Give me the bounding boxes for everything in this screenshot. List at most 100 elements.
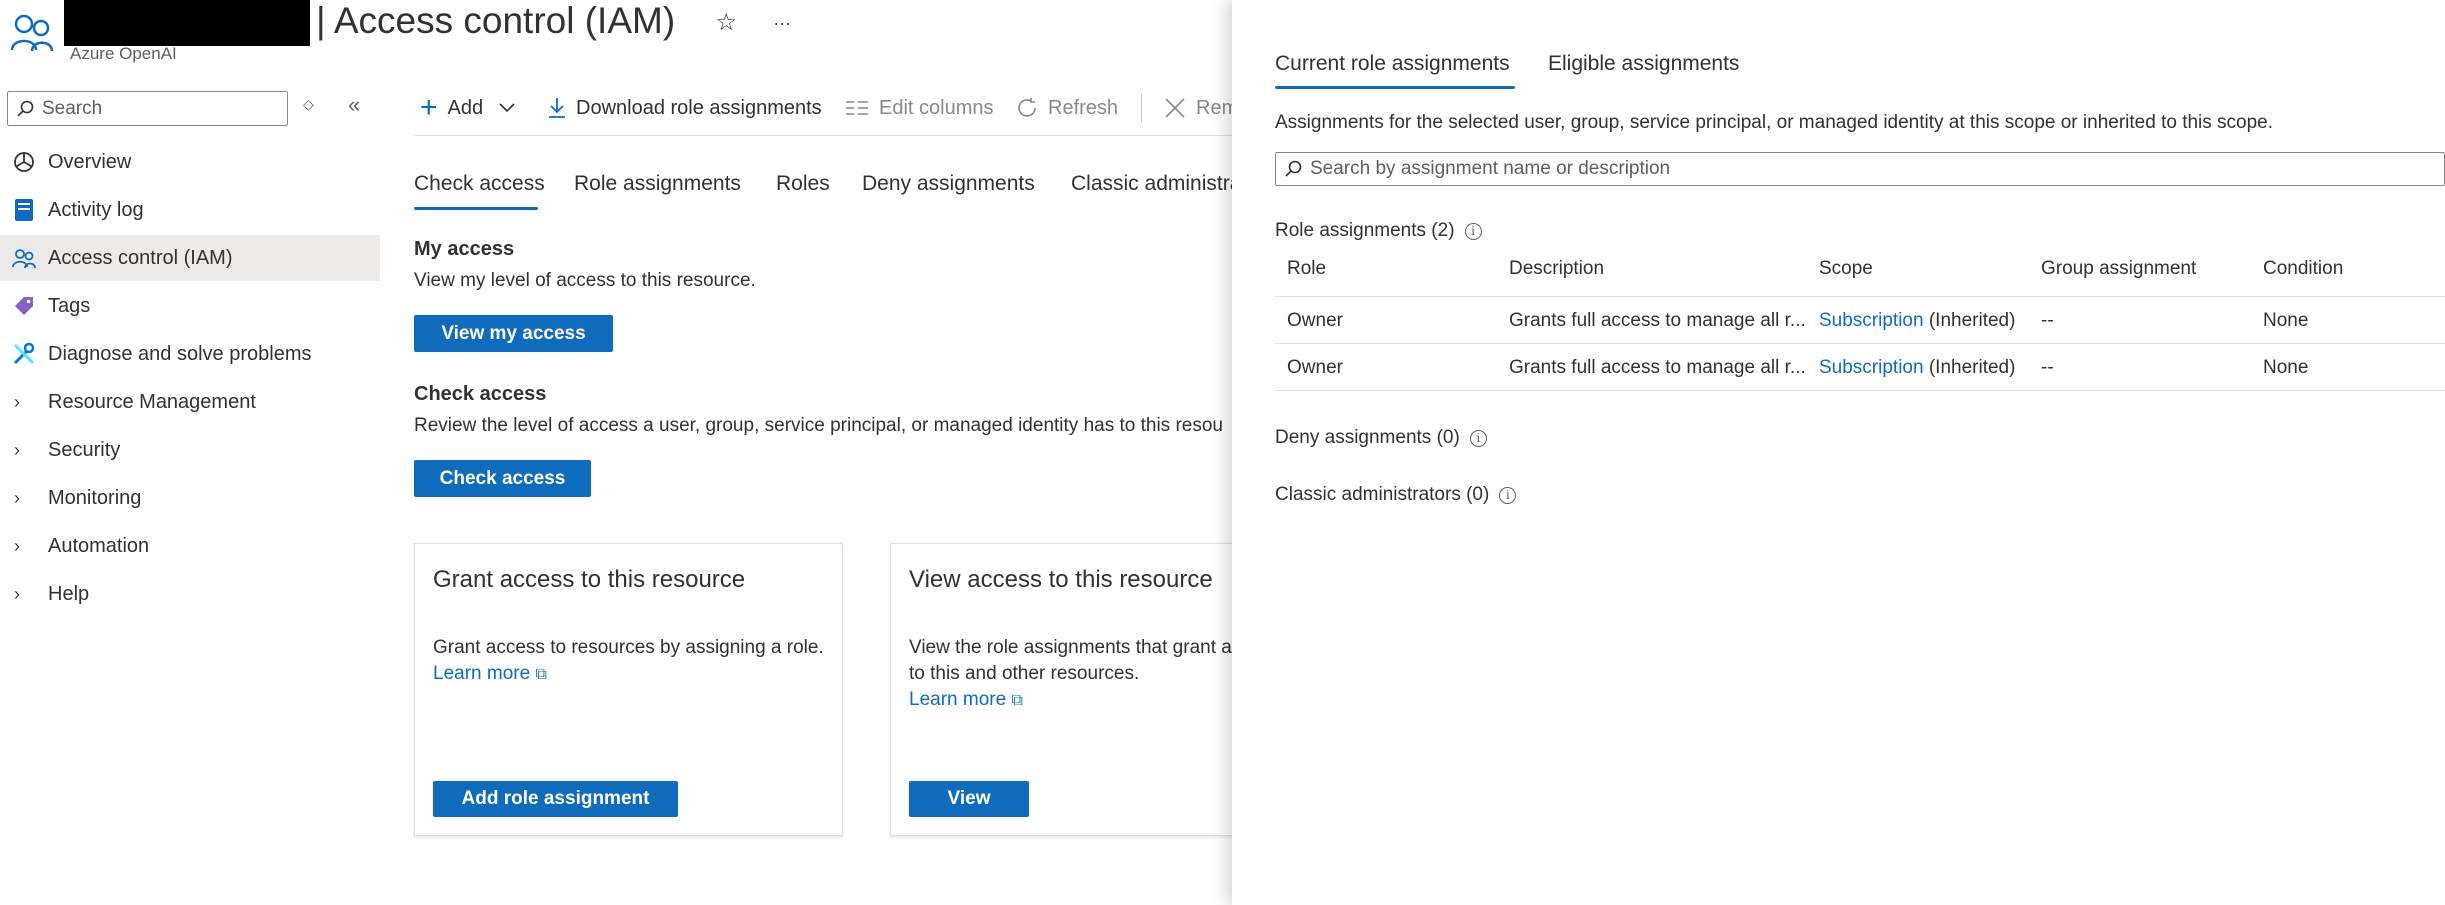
column-header-scope[interactable]: Scope bbox=[1819, 258, 1873, 280]
info-icon[interactable]: i bbox=[1469, 429, 1487, 447]
learn-more-link[interactable]: Learn more ⧉ bbox=[909, 687, 1232, 714]
scope-link[interactable]: Subscription bbox=[1819, 357, 1924, 378]
tab-classic-administrators[interactable]: Classic administra bbox=[1071, 172, 1241, 196]
tab-check-access[interactable]: Check access bbox=[414, 172, 545, 196]
role-link[interactable]: Owner bbox=[1287, 310, 1343, 332]
check-access-text: Review the level of access a user, group… bbox=[414, 415, 1223, 436]
sidebar-search-input[interactable]: Search bbox=[7, 91, 288, 126]
my-access-title: My access bbox=[414, 238, 515, 260]
sort-icon[interactable]: ◇ bbox=[303, 96, 314, 113]
card-description-line2: to this and other resources. bbox=[909, 663, 1140, 684]
sidebar-item-tags[interactable]: Tags bbox=[0, 283, 380, 329]
check-access-button[interactable]: Check access bbox=[414, 460, 591, 497]
download-role-assignments-button[interactable]: Download role assignments bbox=[548, 92, 822, 124]
assignment-search-input[interactable]: Search by assignment name or description bbox=[1275, 152, 2445, 186]
remove-button[interactable]: Rem bbox=[1164, 92, 1238, 124]
view-my-access-button[interactable]: View my access bbox=[414, 315, 613, 352]
more-icon[interactable]: ··· bbox=[773, 13, 791, 33]
column-header-description[interactable]: Description bbox=[1509, 258, 1604, 280]
edit-columns-button[interactable]: Edit columns bbox=[845, 92, 994, 124]
search-icon bbox=[17, 100, 34, 117]
sidebar-item-security[interactable]: › Security bbox=[0, 427, 380, 473]
role-assignments-panel: Current role assignments Eligible assign… bbox=[1232, 0, 2445, 905]
role-link[interactable]: Owner bbox=[1287, 357, 1343, 379]
toolbar-divider bbox=[1141, 94, 1142, 122]
group-assignment-value: -- bbox=[2041, 357, 2054, 378]
sidebar-item-resource-management[interactable]: › Resource Management bbox=[0, 379, 380, 425]
learn-more-label: Learn more bbox=[909, 689, 1007, 710]
table-header-divider bbox=[1275, 296, 2445, 297]
sidebar-item-help[interactable]: › Help bbox=[0, 571, 380, 617]
sidebar-item-label: Diagnose and solve problems bbox=[48, 342, 312, 365]
sidebar-item-monitoring[interactable]: › Monitoring bbox=[0, 475, 380, 521]
deny-assignments-label: Deny assignments (0) bbox=[1275, 427, 1460, 448]
resource-type: Azure OpenAI bbox=[70, 44, 177, 63]
external-link-icon: ⧉ bbox=[535, 666, 547, 683]
sidebar-item-label: Monitoring bbox=[48, 486, 142, 509]
tab-eligible-assignments[interactable]: Eligible assignments bbox=[1548, 52, 1739, 76]
classic-administrators-heading: Classic administrators (0) i bbox=[1275, 484, 1517, 506]
tab-deny-assignments[interactable]: Deny assignments bbox=[862, 172, 1035, 196]
sidebar-item-overview[interactable]: Overview bbox=[0, 139, 380, 185]
tag-icon bbox=[10, 292, 38, 320]
table-row-divider bbox=[1275, 343, 2445, 344]
scope-link[interactable]: Subscription bbox=[1819, 310, 1924, 331]
sidebar-item-automation[interactable]: › Automation bbox=[0, 523, 380, 569]
toolbar-divider-line bbox=[414, 135, 1234, 136]
view-button[interactable]: View bbox=[909, 781, 1029, 817]
deny-assignments-heading: Deny assignments (0) i bbox=[1275, 427, 1487, 449]
sidebar-item-label: Help bbox=[48, 582, 90, 605]
scope-suffix: (Inherited) bbox=[1928, 357, 2016, 378]
sidebar-item-label: Tags bbox=[48, 294, 91, 317]
add-button[interactable]: + Add bbox=[420, 92, 515, 124]
tab-current-role-assignments[interactable]: Current role assignments bbox=[1275, 52, 1510, 76]
tab-role-assignments[interactable]: Role assignments bbox=[574, 172, 741, 196]
sidebar-item-activity-log[interactable]: Activity log bbox=[0, 187, 380, 233]
role-assignments-label: Role assignments (2) bbox=[1275, 220, 1455, 241]
learn-more-link[interactable]: Learn more ⧉ bbox=[433, 661, 824, 688]
plus-icon: + bbox=[420, 91, 438, 124]
card-title: Grant access to this resource bbox=[433, 566, 746, 593]
chevron-right-icon: › bbox=[14, 535, 20, 556]
column-header-group-assignment[interactable]: Group assignment bbox=[2041, 258, 2196, 280]
star-icon[interactable]: ☆ bbox=[715, 9, 737, 36]
chevron-down-icon bbox=[499, 100, 515, 116]
card-description: Grant access to resources by assigning a… bbox=[433, 637, 824, 658]
check-access-title: Check access bbox=[414, 383, 547, 405]
card-text: View the role assignments that grant a t… bbox=[909, 635, 1232, 714]
role-description: Grants full access to manage all r... bbox=[1509, 357, 1806, 378]
edit-columns-label: Edit columns bbox=[879, 96, 994, 119]
role-description: Grants full access to manage all r... bbox=[1509, 310, 1806, 331]
collapse-sidebar-icon[interactable]: « bbox=[348, 92, 360, 118]
grant-access-card: Grant access to this resource Grant acce… bbox=[414, 543, 843, 836]
chevron-right-icon: › bbox=[14, 439, 20, 460]
columns-icon bbox=[846, 101, 868, 115]
sidebar-item-diagnose[interactable]: Diagnose and solve problems bbox=[0, 331, 380, 377]
tab-roles[interactable]: Roles bbox=[776, 172, 830, 196]
column-header-condition[interactable]: Condition bbox=[2263, 258, 2343, 280]
openai-icon bbox=[10, 148, 38, 176]
role-assignments-heading: Role assignments (2) i bbox=[1275, 220, 1482, 242]
sidebar-item-label: Overview bbox=[48, 150, 132, 173]
info-icon[interactable]: i bbox=[1499, 486, 1517, 504]
sidebar-item-label: Activity log bbox=[48, 198, 144, 221]
active-tab-indicator bbox=[414, 207, 538, 210]
card-title: View access to this resource bbox=[909, 566, 1213, 593]
column-header-role[interactable]: Role bbox=[1287, 258, 1326, 280]
close-icon bbox=[1165, 98, 1185, 118]
info-icon[interactable]: i bbox=[1464, 222, 1482, 240]
iam-header-icon bbox=[10, 14, 54, 52]
card-text: Grant access to resources by assigning a… bbox=[433, 635, 824, 688]
sidebar-item-label: Resource Management bbox=[48, 390, 256, 413]
refresh-button[interactable]: Refresh bbox=[1016, 92, 1118, 124]
download-icon bbox=[549, 98, 565, 118]
sidebar-item-label: Automation bbox=[48, 534, 150, 557]
active-tab-indicator bbox=[1275, 86, 1515, 89]
add-role-assignment-button[interactable]: Add role assignment bbox=[433, 781, 678, 817]
table-row-divider bbox=[1275, 390, 2445, 391]
sidebar-item-iam[interactable]: Access control (IAM) bbox=[0, 235, 380, 281]
scope-cell: Subscription (Inherited) bbox=[1819, 310, 2015, 332]
view-access-card: View access to this resource View the ro… bbox=[890, 543, 1234, 836]
sidebar-search-placeholder: Search bbox=[42, 97, 103, 119]
refresh-label: Refresh bbox=[1048, 96, 1119, 119]
